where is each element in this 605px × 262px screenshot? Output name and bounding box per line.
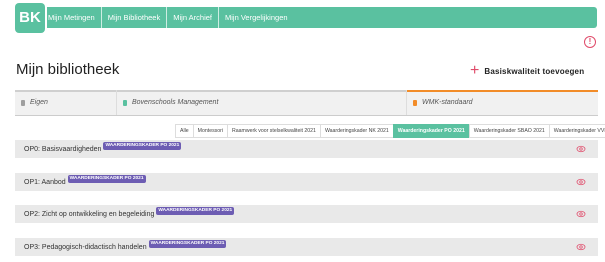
plus-icon: +: [470, 62, 480, 79]
status-badge: WAARDERINGSKADER PO 2021: [67, 175, 146, 183]
status-badge: WAARDERINGSKADER PO 2021: [148, 240, 227, 248]
filter-top-border: [15, 90, 116, 92]
flag-icon: [123, 99, 127, 106]
page-title: Mijn bibliotheek: [16, 61, 120, 78]
nav-item-mijn-bibliotheek[interactable]: Mijn Bibliotheek: [102, 7, 168, 28]
filter-label: WMK-standaard: [422, 99, 473, 106]
tab-waarderingskader-sbao-2021[interactable]: Waarderingskader SBAO 2021: [468, 124, 549, 138]
list-item[interactable]: OP2: Zicht op ontwikkeling en begeleidin…: [15, 205, 598, 223]
nav-item-mijn-archief[interactable]: Mijn Archief: [167, 7, 219, 28]
eye-icon[interactable]: [576, 144, 586, 154]
filter-bovenschools-management[interactable]: Bovenschools Management: [117, 90, 407, 115]
nav-item-mijn-metingen[interactable]: Mijn Metingen: [42, 7, 102, 28]
flag-icon: [413, 99, 417, 106]
list-item[interactable]: OP1: Aanbod WAARDERINGSKADER PO 2021: [15, 173, 598, 191]
app-logo[interactable]: BK: [15, 3, 45, 33]
list-item-title: OP3: Pedagogisch-didactisch handelen: [24, 243, 147, 251]
status-badge: WAARDERINGSKADER PO 2021: [156, 207, 235, 215]
filter-eigen[interactable]: Eigen: [15, 90, 117, 115]
category-tabs: Alle Montessori Raamwerk voor stelselkwa…: [175, 124, 605, 138]
list-item[interactable]: OP3: Pedagogisch-didactisch handelen WAA…: [15, 238, 598, 256]
filter-wmk-standaard[interactable]: WMK-standaard: [407, 90, 598, 115]
source-filter-bar: Eigen Bovenschools Management WMK-standa…: [15, 90, 598, 116]
info-icon[interactable]: !: [584, 36, 596, 48]
filter-label: Eigen: [30, 99, 48, 106]
status-badge: WAARDERINGSKADER PO 2021: [103, 142, 182, 150]
eye-icon[interactable]: [576, 177, 586, 187]
tab-waarderingskader-vve-2021[interactable]: Waarderingskader VVE 2021: [548, 124, 605, 138]
list-item-title: OP1: Aanbod: [24, 178, 66, 186]
tab-waarderingskader-nk-2021[interactable]: Waarderingskader NK 2021: [319, 124, 393, 138]
list-item-title: OP0: Basisvaardigheden: [24, 145, 102, 153]
list-item-title: OP2: Zicht op ontwikkeling en begeleidin…: [24, 210, 155, 218]
list-item[interactable]: OP0: Basisvaardigheden WAARDERINGSKADER …: [15, 140, 598, 158]
main-nav: Mijn Metingen Mijn Bibliotheek Mijn Arch…: [42, 7, 294, 28]
tab-montessori[interactable]: Montessori: [192, 124, 228, 138]
add-basiskwaliteit-button[interactable]: + Basiskwaliteit toevoegen: [470, 62, 585, 79]
add-button-label: Basiskwaliteit toevoegen: [484, 66, 585, 76]
eye-icon[interactable]: [576, 209, 586, 219]
filter-top-border: [117, 90, 406, 92]
flag-icon: [21, 99, 25, 106]
tab-raamwerk-stelselkwaliteit-2021[interactable]: Raamwerk voor stelselkwaliteit 2021: [227, 124, 320, 138]
eye-icon[interactable]: [576, 242, 586, 252]
nav-item-mijn-vergelijkingen[interactable]: Mijn Vergelijkingen: [219, 7, 294, 28]
tab-waarderingskader-po-2021[interactable]: Waarderingskader PO 2021: [392, 124, 469, 138]
filter-top-border: [407, 90, 598, 92]
filter-label: Bovenschools Management: [132, 99, 219, 106]
tab-alle[interactable]: Alle: [175, 124, 193, 138]
